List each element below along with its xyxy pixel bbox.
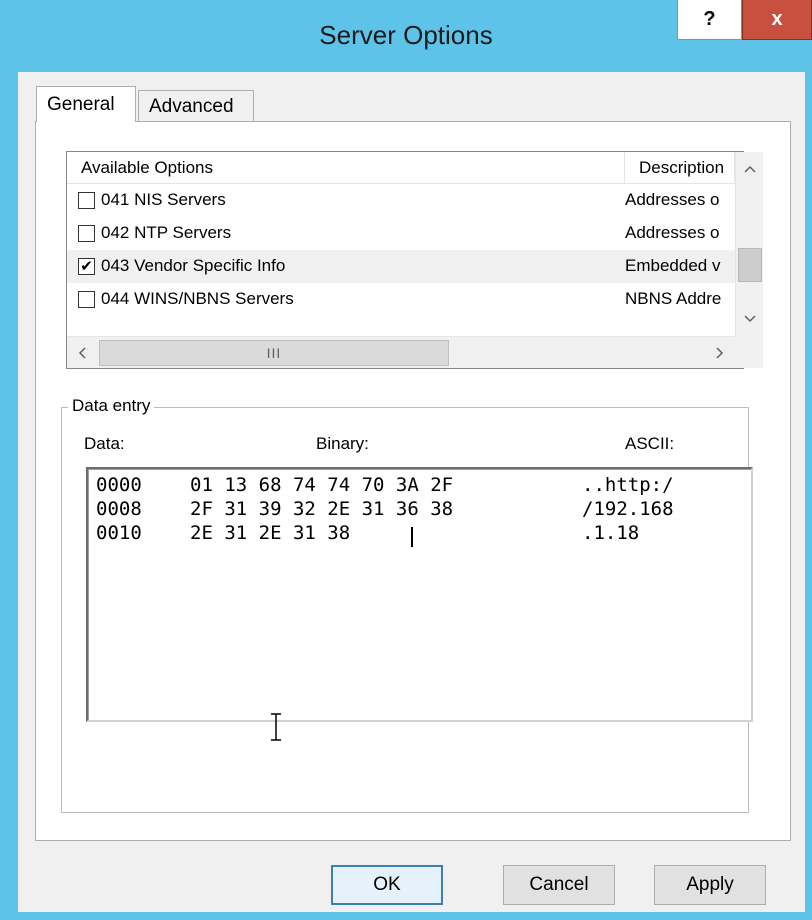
list-item[interactable]: ✔ 043 Vendor Specific Info Embedded v — [67, 250, 735, 283]
hex-bytes: 2E 31 2E 31 38 — [190, 522, 351, 544]
ok-button[interactable]: OK — [331, 865, 443, 905]
dialog-client-area: General Advanced Available Options Descr… — [18, 72, 805, 912]
option-description: Embedded v — [625, 256, 721, 275]
option-checkbox[interactable] — [78, 225, 95, 242]
tab-general[interactable]: General — [36, 86, 136, 122]
hex-line: 0000 01 13 68 74 74 70 3A 2F ..http:/ — [96, 473, 674, 497]
list-item[interactable]: 044 WINS/NBNS Servers NBNS Addre — [67, 283, 735, 316]
vertical-scroll-thumb[interactable] — [738, 248, 762, 282]
hex-ascii: ..http:/ — [582, 474, 674, 496]
hex-ascii: .1.18 — [582, 522, 640, 544]
server-options-window: Server Options ? x General Advanced Avai… — [0, 0, 812, 920]
scroll-grip-icon: III — [266, 345, 282, 361]
option-name: 041 NIS Servers — [101, 190, 226, 209]
apply-button[interactable]: Apply — [654, 865, 766, 905]
option-name: 043 Vendor Specific Info — [101, 256, 286, 275]
horizontal-scroll-thumb[interactable]: III — [99, 340, 449, 366]
hex-bytes: 01 13 68 74 74 70 3A 2F — [190, 474, 454, 496]
horizontal-scrollbar[interactable]: III — [67, 336, 735, 368]
column-header-available-options[interactable]: Available Options — [67, 152, 625, 184]
option-name: 042 NTP Servers — [101, 223, 232, 242]
option-checkbox[interactable] — [78, 192, 95, 209]
column-header-description[interactable]: Description — [625, 152, 735, 184]
scrollbar-corner — [735, 336, 763, 368]
hex-line: 0008 2F 31 39 32 2E 31 36 38 /192.168 — [96, 497, 674, 521]
option-description: NBNS Addre — [625, 289, 722, 308]
help-button[interactable]: ? — [677, 0, 742, 40]
general-tab-panel: Available Options Description 041 NIS Se… — [35, 121, 791, 841]
option-description: Addresses o — [625, 223, 720, 242]
available-options-list[interactable]: Available Options Description 041 NIS Se… — [66, 151, 763, 369]
data-column-label: Data: — [84, 434, 125, 453]
option-name: 044 WINS/NBNS Servers — [101, 289, 294, 308]
text-cursor-icon — [270, 712, 282, 742]
hex-offset: 0000 — [96, 474, 142, 496]
binary-data-editor[interactable]: 0000 01 13 68 74 74 70 3A 2F ..http:/ 00… — [86, 467, 753, 722]
close-button[interactable]: x — [742, 0, 812, 40]
hex-line: 0010 2E 31 2E 31 38 .1.18 — [96, 521, 639, 545]
scroll-left-icon[interactable] — [67, 337, 99, 369]
title-bar[interactable]: Server Options ? x — [0, 0, 812, 82]
list-header: Available Options Description — [67, 152, 735, 184]
tab-advanced[interactable]: Advanced — [138, 90, 254, 122]
option-checkbox[interactable]: ✔ — [78, 258, 95, 275]
cancel-button[interactable]: Cancel — [503, 865, 615, 905]
hex-bytes: 2F 31 39 32 2E 31 36 38 — [190, 498, 454, 520]
data-entry-group-label: Data entry — [68, 396, 155, 416]
text-caret — [411, 527, 413, 547]
scroll-right-icon[interactable] — [703, 337, 735, 369]
scroll-up-icon[interactable] — [736, 152, 764, 186]
ascii-column-label: ASCII: — [625, 434, 675, 453]
list-item[interactable]: 042 NTP Servers Addresses o — [67, 217, 735, 250]
list-item[interactable]: 041 NIS Servers Addresses o — [67, 184, 735, 217]
hex-offset: 0010 — [96, 522, 142, 544]
option-description: Addresses o — [625, 190, 720, 209]
hex-ascii: /192.168 — [582, 498, 674, 520]
vertical-scrollbar[interactable] — [735, 152, 763, 336]
option-checkbox[interactable] — [78, 291, 95, 308]
hex-offset: 0008 — [96, 498, 142, 520]
binary-column-label: Binary: — [316, 434, 369, 453]
options-rows: 041 NIS Servers Addresses o 042 NTP Serv… — [67, 184, 735, 316]
scroll-down-icon[interactable] — [736, 302, 764, 336]
